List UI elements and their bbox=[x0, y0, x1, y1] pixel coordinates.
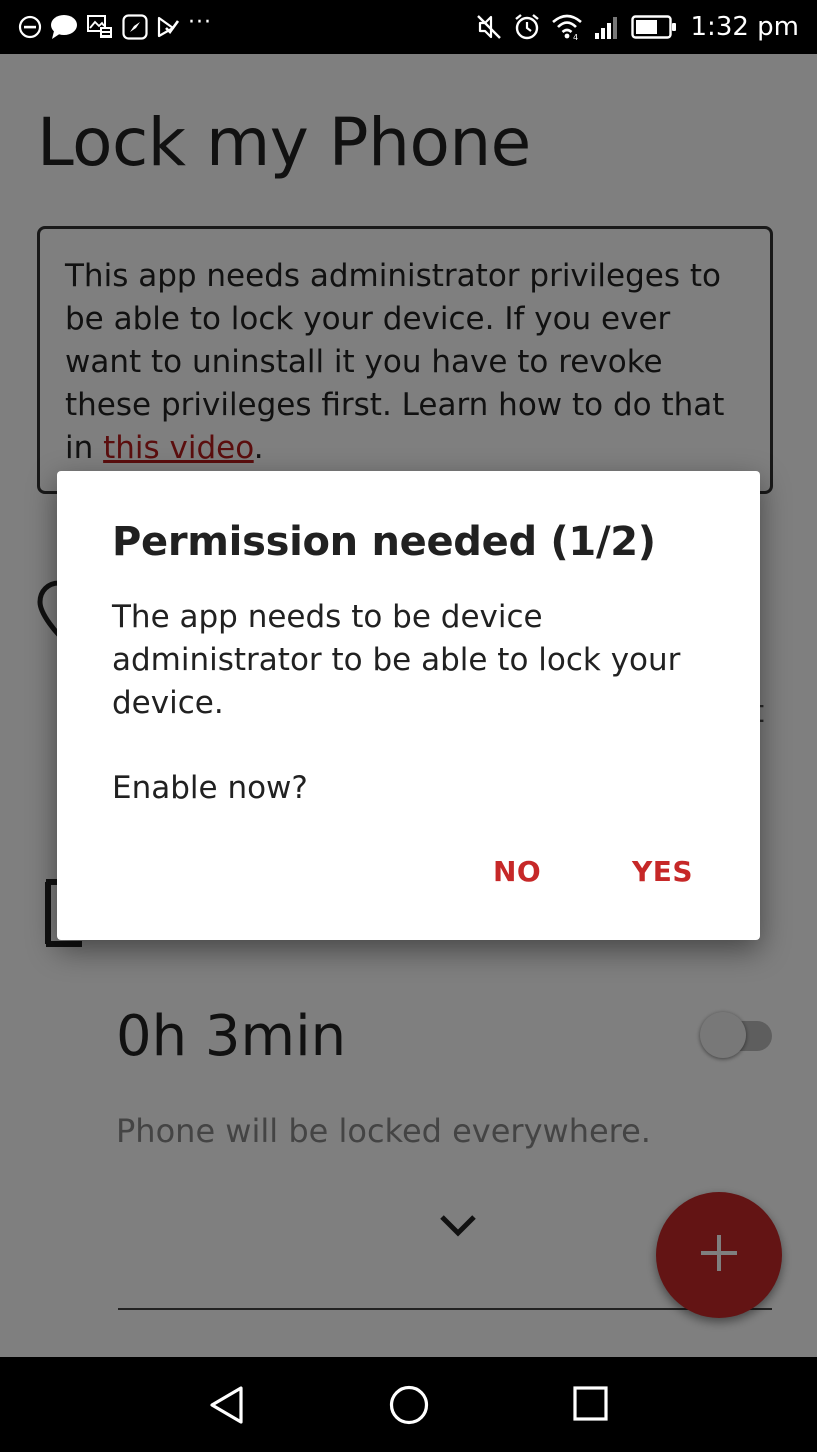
recents-icon[interactable] bbox=[572, 1384, 610, 1428]
battery-icon bbox=[630, 14, 677, 40]
muted-icon bbox=[475, 13, 503, 41]
wifi-icon: 4 bbox=[551, 13, 583, 41]
clock: 1:32 pm bbox=[690, 12, 799, 42]
permission-dialog: Permission needed (1/2) The app needs to… bbox=[57, 471, 760, 940]
no-button[interactable]: NO bbox=[485, 849, 549, 894]
svg-text:4: 4 bbox=[573, 33, 578, 41]
notification-icons: ··· bbox=[18, 11, 212, 43]
dialog-message: The app needs to be device administrator… bbox=[112, 596, 722, 725]
chat-bubble-icon bbox=[50, 14, 78, 40]
compass-icon bbox=[122, 14, 148, 40]
home-icon[interactable] bbox=[388, 1384, 430, 1430]
gallery-icon bbox=[86, 14, 114, 40]
navigation-bar bbox=[0, 1357, 817, 1452]
do-not-disturb-icon bbox=[18, 15, 42, 39]
checkmark-flag-icon bbox=[156, 15, 180, 39]
status-bar: ··· 4 1:32 pm bbox=[0, 0, 817, 54]
overflow-indicator: ··· bbox=[188, 10, 212, 35]
dialog-message-text: The app needs to be device administrator… bbox=[112, 599, 681, 721]
signal-icon bbox=[593, 13, 621, 41]
alarm-icon bbox=[513, 13, 541, 41]
yes-button[interactable]: YES bbox=[624, 849, 701, 894]
back-icon[interactable] bbox=[207, 1384, 247, 1430]
dialog-question: Enable now? bbox=[112, 770, 308, 806]
dialog-title: Permission needed (1/2) bbox=[112, 519, 656, 565]
system-icons: 4 1:32 pm bbox=[475, 9, 799, 45]
